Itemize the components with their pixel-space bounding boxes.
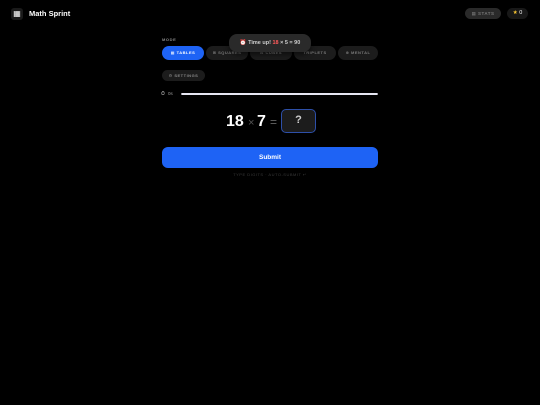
stopwatch-icon: ⏱ [161,91,165,97]
tab-label: MENTAL [351,50,371,55]
top-bar: ▦ Math Sprint ▦ STATS ★ 0 [0,0,540,27]
stats-button[interactable]: ▦ STATS [465,8,501,19]
keyboard-hint: TYPE DIGITS · AUTO-SUBMIT ↵ [233,172,307,177]
tab-label: TABLES [176,50,196,55]
score-badge[interactable]: ★ 0 [507,8,528,19]
score-value: 0 [519,10,523,16]
toast-prefix: Time up! [248,40,273,46]
tab-mental[interactable]: ⊛ MENTAL [338,46,378,60]
submit-button[interactable]: Submit [162,147,378,168]
settings-label: SETTINGS [174,73,199,78]
gear-icon: ⚙ [168,73,173,78]
time-up-toast: ⏰ Time up! 18 × 5 = 90 [229,34,311,52]
mode-label: MODE [162,37,177,42]
tab-tables[interactable]: ▦ TABLES [162,46,204,60]
timer-progress-fill [181,93,378,95]
problem-display: 18 × 7 = ? [162,108,378,136]
toast-suffix: × 5 = 90 [278,40,301,46]
app-title: Math Sprint [29,9,71,18]
timer-value: 0s [168,91,173,96]
mental-icon: ⊛ [345,50,350,55]
squares-icon: ⊞ [212,50,217,55]
equals-sign: = [270,115,278,129]
alarm-clock-icon: ⏰ [239,40,247,46]
app-logo-icon: ▦ [11,8,23,20]
answer-input[interactable]: ? [281,109,316,133]
multiply-operator: × [248,117,255,129]
operand-b: 7 [257,113,266,130]
stats-icon: ▦ [471,11,477,16]
timer-progress-bar [181,93,378,95]
settings-button[interactable]: ⚙ SETTINGS [162,70,205,81]
tables-icon: ▦ [170,50,175,55]
star-icon: ★ [512,10,518,16]
stats-label: STATS [477,11,495,16]
operand-a: 18 [226,113,244,130]
